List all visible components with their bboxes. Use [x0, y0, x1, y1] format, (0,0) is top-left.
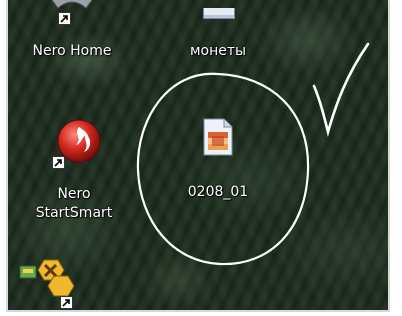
image-file-icon [203, 8, 235, 19]
desktop: Nero Home монеты Nero StartSmart 0208_01 [6, 0, 390, 312]
desktop-icon-0208-01[interactable]: 0208_01 [168, 114, 268, 204]
shortcut-arrow-icon [58, 12, 71, 25]
icon-label-line-1: Nero [57, 186, 91, 202]
shortcut-arrow-icon [52, 156, 65, 169]
image-file-icon [203, 118, 233, 156]
annotation-checkmark [312, 42, 370, 138]
icon-label-line-2: StartSmart [35, 205, 113, 221]
desktop-icon-nero-startsmart[interactable]: Nero StartSmart [22, 116, 126, 228]
icon-label: 0208_01 [187, 184, 249, 200]
desktop-icon-tools[interactable] [16, 256, 96, 310]
icon-label: монеты [189, 43, 247, 59]
icon-label: Nero Home [32, 43, 112, 59]
nero-home-icon [51, 0, 93, 9]
shortcut-arrow-icon [60, 296, 73, 309]
